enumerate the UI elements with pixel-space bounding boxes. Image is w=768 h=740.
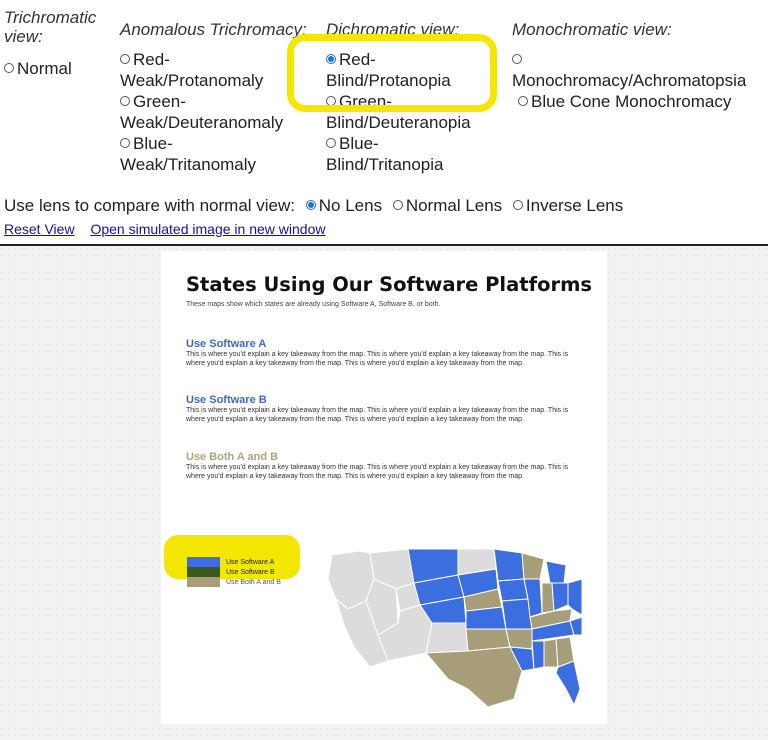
radio-deuteranomaly[interactable]: Green-Weak/Deuteranomaly <box>120 91 305 133</box>
section-heading-b: Use Software B <box>186 394 267 406</box>
radio-inverse-lens[interactable]: Inverse Lens <box>512 196 623 215</box>
legend-swatch-both <box>187 577 220 587</box>
poster-subtitle: These maps show which states are already… <box>186 301 441 308</box>
highlight-annotation <box>287 34 497 112</box>
radio-tritanomaly[interactable]: Blue-Weak/Tritanomaly <box>120 133 290 175</box>
radio-tritanopia[interactable]: Blue-Blind/Tritanopia <box>326 133 476 175</box>
radio-icon[interactable] <box>512 54 522 64</box>
radio-normal[interactable]: Normal <box>4 58 114 79</box>
radio-achromatopsia[interactable] <box>512 49 562 70</box>
trichromatic-heading: Trichromatic view: <box>4 8 97 46</box>
us-states-map <box>327 548 583 708</box>
radio-achromatopsia-label: Monochromacy/Achromatopsia <box>512 71 747 90</box>
radio-icon[interactable] <box>120 54 130 64</box>
radio-icon[interactable] <box>326 138 336 148</box>
section-body-a: This is where you'd explain a key takeaw… <box>186 351 569 367</box>
section-heading-a: Use Software A <box>186 338 267 350</box>
map-region-kansas <box>465 606 507 630</box>
poster-title: States Using Our Software Platforms <box>186 273 593 296</box>
radio-icon[interactable] <box>518 96 528 106</box>
legend-item-both: Use Both A and B <box>187 577 281 587</box>
radio-selected-icon[interactable] <box>305 200 316 210</box>
legend-swatch-b <box>187 567 220 577</box>
map-region-wisconsin <box>521 552 545 580</box>
simulation-controls: Trichromatic view: Normal Anomalous Tric… <box>0 0 768 245</box>
map-region-missouri <box>501 598 533 630</box>
monochromatic-heading: Monochromatic view: <box>512 20 672 39</box>
radio-icon[interactable] <box>4 63 14 73</box>
open-new-window-link[interactable]: Open simulated image in new window <box>90 221 325 237</box>
section-body-both: This is where you'd explain a key takeaw… <box>186 464 569 480</box>
simulated-image-viewer: States Using Our Software Platforms Thes… <box>0 246 768 740</box>
map-region-florida <box>555 660 581 707</box>
map-region-minnesota <box>493 548 525 582</box>
radio-icon[interactable] <box>120 96 130 106</box>
action-links: Reset View Open simulated image in new w… <box>4 221 337 237</box>
map-region-michigan <box>545 560 567 584</box>
section-body-b: This is where you'd explain a key takeaw… <box>186 407 569 423</box>
radio-no-lens[interactable]: No Lens <box>305 196 382 215</box>
map-region-arkansas <box>505 628 533 650</box>
lens-options: Use lens to compare with normal view: No… <box>4 196 623 216</box>
anomalous-heading: Anomalous Trichromacy: <box>120 20 307 39</box>
map-region-mississippi <box>531 640 545 670</box>
monochromatic-group: Monochromatic view: Monochromacy/Achroma… <box>512 20 767 112</box>
section-heading-both: Use Both A and B <box>186 451 279 463</box>
radio-icon[interactable] <box>512 200 523 210</box>
map-region-texas <box>424 646 523 708</box>
map-region-new-mexico <box>425 622 469 654</box>
radio-icon[interactable] <box>392 200 403 210</box>
poster: States Using Our Software Platforms Thes… <box>161 251 607 724</box>
legend-item-a: Use Software A <box>187 557 281 567</box>
map-region-iowa <box>497 578 529 602</box>
reset-view-link[interactable]: Reset View <box>4 221 75 237</box>
radio-protanomaly[interactable]: Red-Weak/Protanomaly <box>120 49 305 91</box>
radio-blue-cone[interactable]: Blue Cone Monochromacy <box>518 91 767 112</box>
radio-normal-lens[interactable]: Normal Lens <box>392 196 502 215</box>
map-region-ohio <box>551 582 569 612</box>
legend-item-b: Use Software B <box>187 567 281 577</box>
legend-swatch-a <box>187 557 220 567</box>
lens-prompt: Use lens to compare with normal view: <box>4 196 296 215</box>
radio-icon[interactable] <box>120 138 130 148</box>
trichromatic-group: Trichromatic view: Normal <box>4 8 114 79</box>
map-legend: Use Software A Use Software B Use Both A… <box>187 557 281 587</box>
